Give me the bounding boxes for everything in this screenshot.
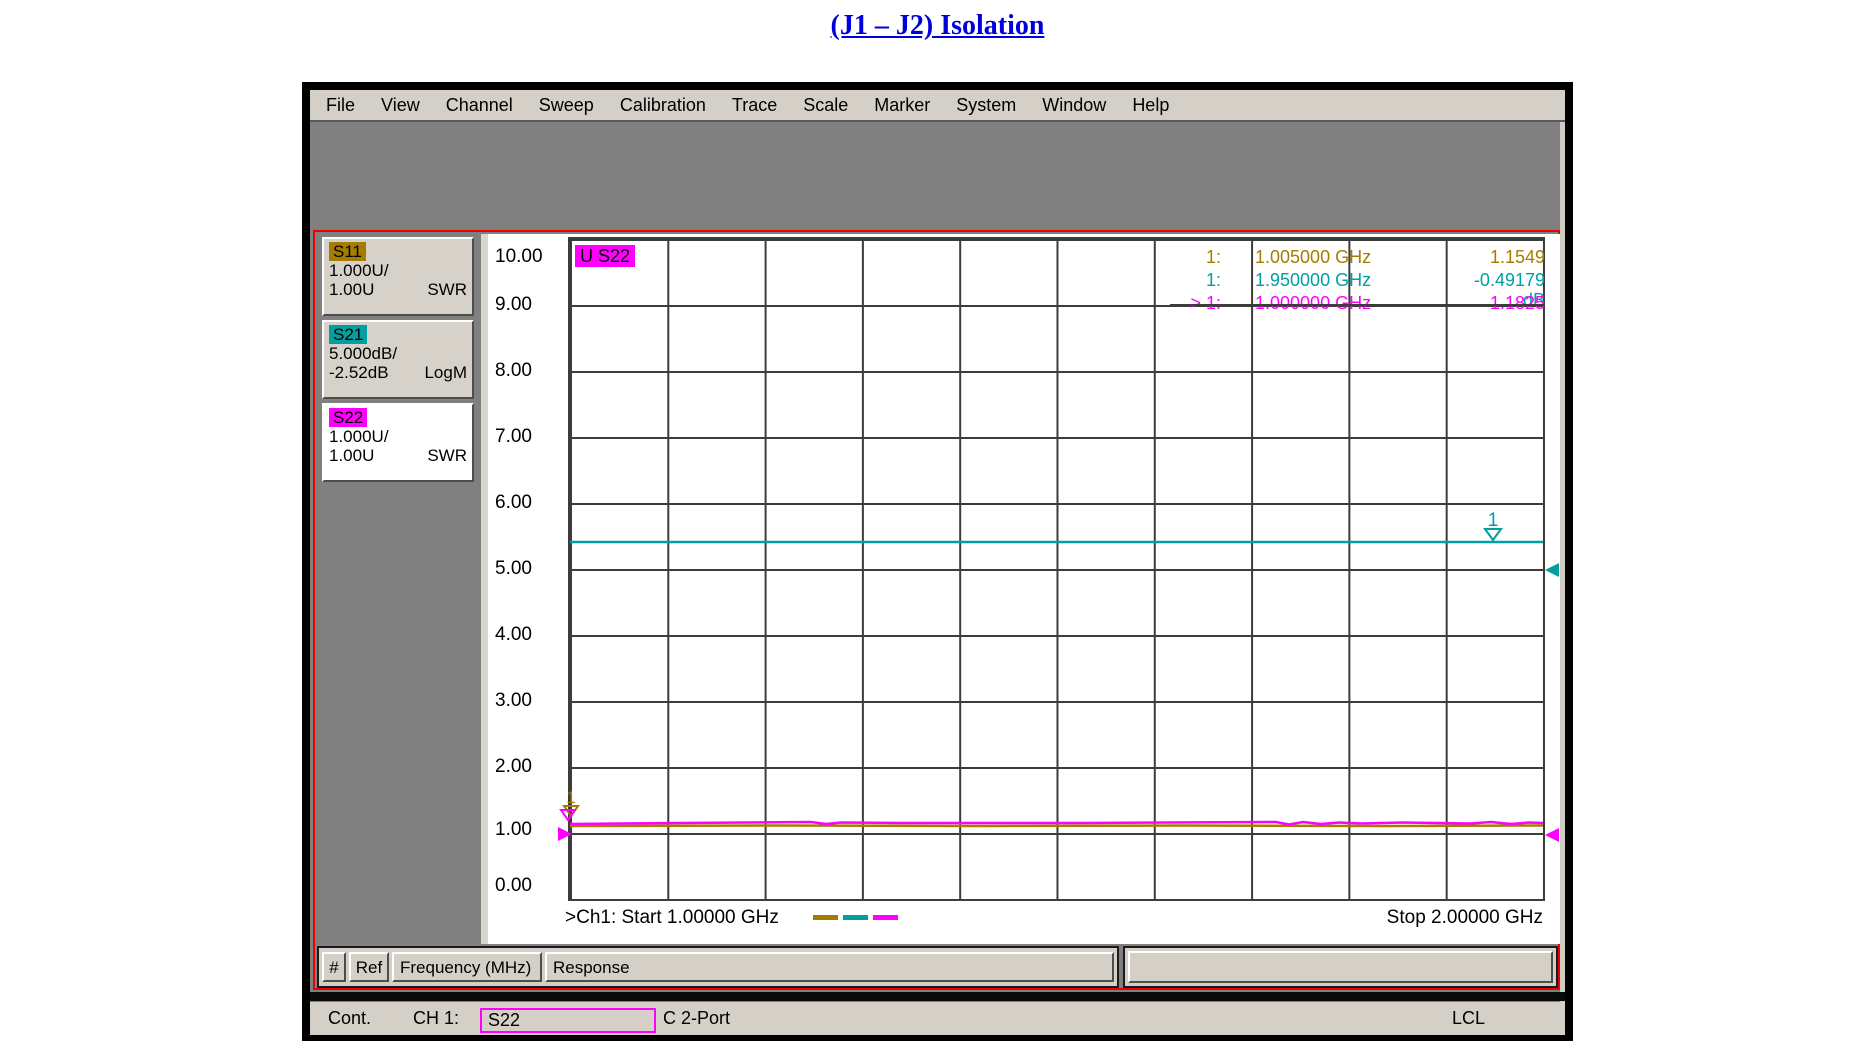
plot-divider-strip [481,234,488,944]
s11-scale: 1.000U/ [329,261,467,280]
y-tick-5: 5.00 [495,558,565,580]
client-edge-strip [1560,122,1565,1033]
marker-readout-s22-label: > 1: [1121,293,1221,313]
menu-trace[interactable]: Trace [732,95,777,116]
s11-format: SWR [427,280,467,299]
marker-readout-s22: > 1: 1.000000 GHz 1.1825 [1121,293,1545,313]
y-tick-7: 7.00 [495,426,565,448]
s21-ref-arrow-icon [1545,563,1559,577]
active-trace-name: S22 [488,1010,520,1030]
s22-scale: 1.000U/ [329,427,467,446]
s22-format: SWR [427,446,467,465]
channel-label: CH 1: [413,1008,459,1029]
marker-readout-s11: 1: 1.005000 GHz 1.1549 [1121,247,1545,267]
sweep-stop-label: Stop 2.00000 GHz [1331,907,1543,929]
s21-color-chip: S21 [329,325,367,344]
segment-col-number[interactable]: # [322,952,346,982]
s21-legend-dash-icon [843,915,868,920]
marker-readout-s22-freq: 1.000000 GHz [1221,293,1470,313]
s22-color-chip: S22 [329,408,367,427]
y-tick-0: 0.00 [495,875,565,897]
menu-file[interactable]: File [326,95,355,116]
segment-table-side-panel [1123,946,1558,988]
segment-table-header: # Ref Frequency (MHz) Response [317,946,1119,988]
y-tick-9: 9.00 [495,294,565,316]
status-bar: Cont. CH 1: S22 C 2-Port LCL [310,1002,1565,1035]
sweep-start-label: >Ch1: Start 1.00000 GHz [565,907,779,929]
menu-channel[interactable]: Channel [446,95,513,116]
toolbar-area: S11 1.000U/ 1.00U SWR S21 5.000dB/ -2.52… [310,122,1565,1033]
s11-color-chip: S11 [329,242,366,261]
y-tick-10: 10.00 [495,246,565,268]
s11-ref: 1.00U [329,280,374,299]
menu-scale[interactable]: Scale [803,95,848,116]
segment-col-ref[interactable]: Ref [349,952,389,982]
marker-readout-s21: 1: 1.950000 GHz -0.49179 dB [1121,270,1545,290]
local-mode-status: LCL [1452,1008,1485,1029]
menu-window[interactable]: Window [1042,95,1106,116]
marker-readout-s21-freq: 1.950000 GHz [1221,270,1470,290]
marker-readout-s11-label: 1: [1121,247,1221,267]
plot-region: 10.00 9.00 8.00 7.00 6.00 5.00 4.00 3.00… [481,234,1560,944]
instrument-screen: S11 1.000U/ 1.00U SWR S21 5.000dB/ -2.52… [313,230,1560,990]
menu-bar: File View Channel Sweep Calibration Trac… [310,90,1565,122]
s22-ref-arrow-right-icon [1545,828,1559,842]
marker-readout-s11-value: 1.1549 [1470,247,1545,267]
y-tick-6: 6.00 [495,492,565,514]
y-tick-8: 8.00 [495,360,565,382]
menu-marker[interactable]: Marker [874,95,930,116]
menu-help[interactable]: Help [1132,95,1169,116]
gridline-over-readout [1170,304,1545,306]
menu-calibration[interactable]: Calibration [620,95,706,116]
cal-status: C 2-Port [663,1008,730,1029]
s21-ref: -2.52dB [329,363,389,382]
s22-ref: 1.00U [329,446,374,465]
marker-readout-s21-value: -0.49179 dB [1470,270,1545,290]
trace-sidebar: S11 1.000U/ 1.00U SWR S21 5.000dB/ -2.52… [315,232,481,942]
marker-readout-s11-freq: 1.005000 GHz [1221,247,1470,267]
sweep-mode-status: Cont. [328,1008,371,1029]
active-trace-tag: U S22 [575,245,635,267]
segment-col-response[interactable]: Response [545,952,1114,982]
menu-sweep[interactable]: Sweep [539,95,594,116]
graticule-grid [568,237,1545,901]
trace-button-s11[interactable]: S11 1.000U/ 1.00U SWR [322,237,474,316]
active-trace-box: S22 [480,1008,656,1033]
y-tick-3: 3.00 [495,690,565,712]
screen-bottom-bezel [310,992,1565,1001]
menu-system[interactable]: System [956,95,1016,116]
s22-legend-dash-icon [873,915,898,920]
s21-scale: 5.000dB/ [329,344,467,363]
vna-app-window: File View Channel Sweep Calibration Trac… [302,82,1573,1041]
marker-readout-s22-value: 1.1825 [1470,293,1545,313]
trace-button-s21[interactable]: S21 5.000dB/ -2.52dB LogM [322,320,474,399]
y-tick-1: 1.00 [495,819,565,841]
page-title-link[interactable]: (J1 – J2) Isolation [302,10,1573,42]
y-tick-2: 2.00 [495,756,565,778]
screenshot-root: (J1 – J2) Isolation File View Channel Sw… [0,0,1863,1059]
trace-button-s22[interactable]: S22 1.000U/ 1.00U SWR [322,403,474,482]
marker-readout-s21-label: 1: [1121,270,1221,290]
s11-legend-dash-icon [813,915,838,920]
segment-col-frequency[interactable]: Frequency (MHz) [392,952,542,982]
menu-view[interactable]: View [381,95,420,116]
y-tick-4: 4.00 [495,624,565,646]
s21-format: LogM [424,363,467,382]
segment-table-side-panel-inner [1128,951,1553,983]
